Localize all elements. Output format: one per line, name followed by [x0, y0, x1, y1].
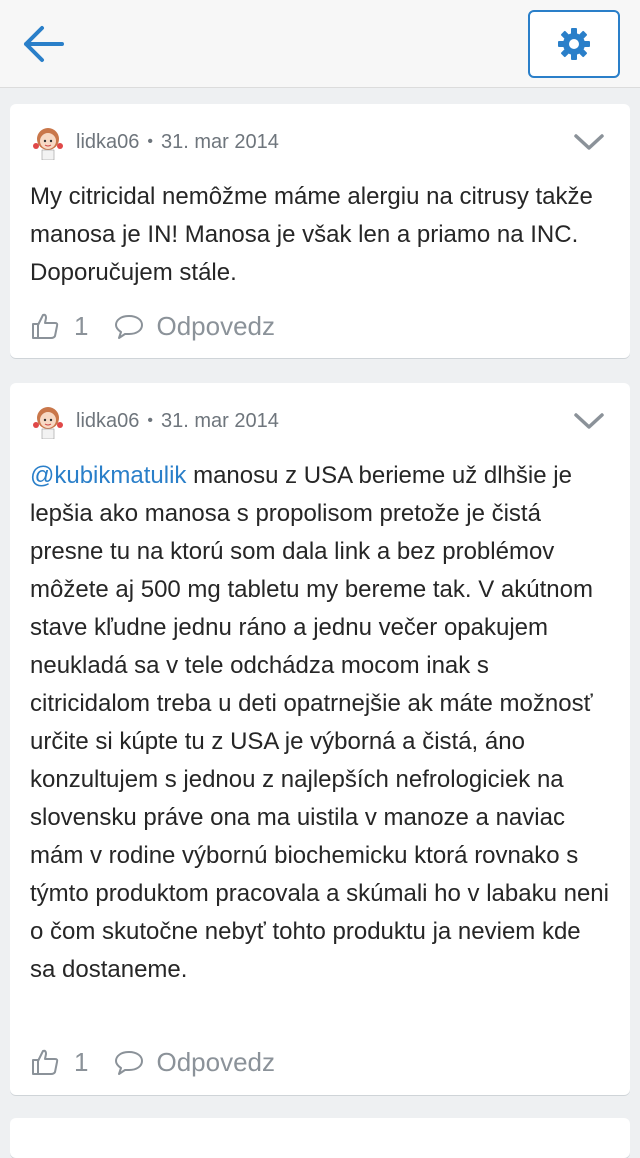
like-count: 1	[74, 310, 89, 341]
comment-date: 31. mar 2014	[161, 130, 279, 153]
gear-icon	[558, 28, 590, 60]
comment-actions: 1 Odpovedz	[30, 1042, 610, 1082]
comment-meta: lidka06 • 31. mar 2014	[76, 131, 279, 154]
comment-date: 31. mar 2014	[161, 409, 279, 432]
comment-actions: 1 Odpovedz	[30, 306, 610, 346]
avatar[interactable]	[30, 124, 66, 160]
author-name[interactable]: lidka06	[76, 131, 139, 154]
comment-card	[10, 1118, 630, 1158]
comment-card: lidka06 • 31. mar 2014 @kubikmatulik man…	[10, 383, 630, 1095]
back-button[interactable]	[14, 18, 70, 70]
top-bar	[0, 0, 640, 88]
comment-body: My citricidal nemôžme máme alergiu na ci…	[30, 183, 593, 286]
chevron-down-icon[interactable]	[572, 128, 606, 156]
meta-separator: •	[147, 412, 153, 429]
avatar[interactable]	[30, 403, 66, 439]
mention-link[interactable]: @kubikmatulik	[30, 462, 186, 489]
speech-bubble-icon	[115, 315, 144, 339]
reply-label: Odpovedz	[156, 1046, 275, 1077]
thumbs-up-icon	[32, 1049, 59, 1075]
like-button[interactable]: 1	[30, 311, 114, 342]
reply-button[interactable]: Odpovedz	[114, 311, 275, 342]
comment-card: lidka06 • 31. mar 2014 My citricidal nem…	[10, 104, 630, 358]
comment-meta: lidka06 • 31. mar 2014	[76, 410, 279, 433]
meta-separator: •	[147, 133, 153, 150]
arrow-left-icon	[24, 26, 64, 62]
thumbs-up-icon	[32, 313, 59, 339]
author-name[interactable]: lidka06	[76, 410, 139, 433]
comment-header: lidka06 • 31. mar 2014	[30, 122, 610, 162]
comment-header: lidka06 • 31. mar 2014	[30, 401, 610, 441]
reply-label: Odpovedz	[156, 310, 275, 341]
like-count: 1	[74, 1046, 89, 1077]
chevron-down-icon[interactable]	[572, 407, 606, 435]
comment-text: @kubikmatulik manosu z USA berieme už dl…	[30, 457, 610, 989]
comment-text: My citricidal nemôžme máme alergiu na ci…	[30, 178, 610, 292]
settings-button[interactable]	[528, 10, 620, 78]
reply-button[interactable]: Odpovedz	[114, 1047, 275, 1078]
speech-bubble-icon	[115, 1051, 144, 1075]
like-button[interactable]: 1	[30, 1047, 114, 1078]
comment-body: manosu z USA berieme už dlhšie je lepšia…	[30, 462, 609, 983]
